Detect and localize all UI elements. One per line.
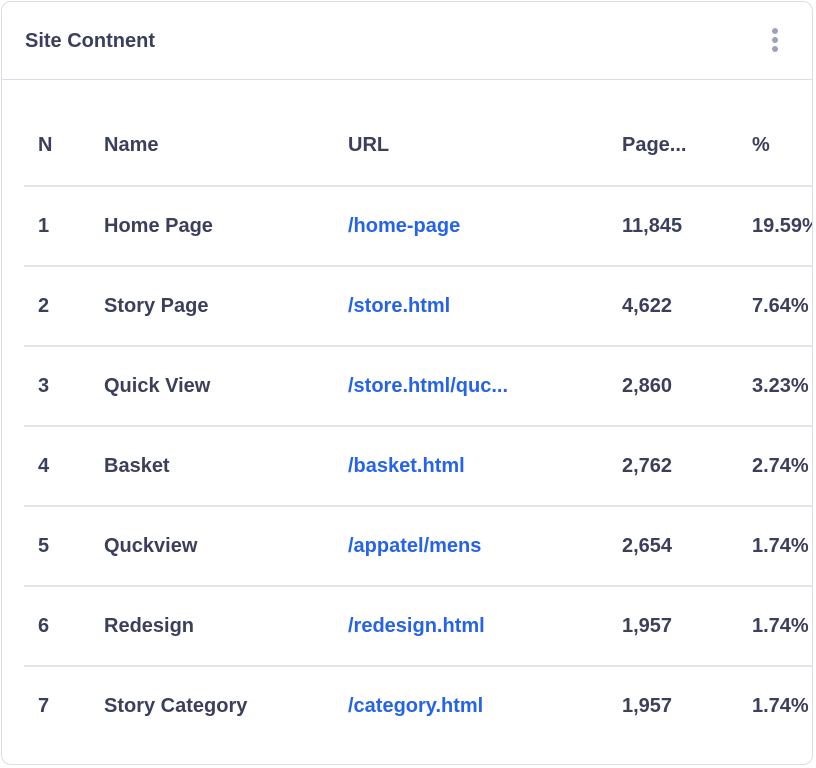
more-vertical-icon[interactable] — [771, 28, 779, 56]
page-views: 1,957 — [622, 695, 673, 717]
menu-dot — [772, 37, 778, 43]
column-header-page-views[interactable]: Page... — [622, 106, 752, 186]
page-name: Redesign — [104, 614, 195, 637]
page-name: Quckview — [104, 534, 198, 557]
table-row: 1 Home Page /home-page 11,845 19.59% — [24, 186, 812, 266]
table-row: 6 Redesign /redesign.html 1,957 1.74% — [24, 586, 812, 666]
page-views: 2,654 — [622, 534, 673, 557]
table-header-row: N Name URL Page... % — [24, 106, 812, 186]
row-number: 6 — [38, 614, 50, 637]
page-url-cell: /basket.html — [348, 426, 622, 506]
card-title: Site Contnent — [25, 30, 155, 52]
page-url-link[interactable]: /store.html — [348, 295, 592, 318]
page-views: 2,762 — [622, 454, 673, 477]
column-header-percent[interactable]: % — [752, 106, 812, 186]
page-url-cell: /store.html/quc... — [348, 346, 622, 426]
page-url-cell: /category.html — [348, 666, 622, 746]
page-name: Story Category — [104, 695, 248, 717]
page-url-link[interactable]: /basket.html — [348, 455, 592, 478]
menu-dot — [772, 46, 778, 52]
table-row: 7 Story Category /category.html 1,957 1.… — [24, 666, 812, 746]
page-percent: 3.23% — [752, 374, 809, 397]
page-url-link[interactable]: /category.html — [348, 695, 592, 718]
page-url-cell: /store.html — [348, 266, 622, 346]
menu-dot — [772, 28, 778, 34]
site-content-card: Site Contnent N Name URL Page... % 1 Hom… — [1, 1, 813, 765]
page-url-cell: /redesign.html — [348, 586, 622, 666]
column-header-name[interactable]: Name — [104, 106, 348, 186]
page-url-link[interactable]: /home-page — [348, 215, 592, 238]
table-row: 3 Quick View /store.html/quc... 2,860 3.… — [24, 346, 812, 426]
column-header-n[interactable]: N — [24, 106, 104, 186]
page-name: Quick View — [104, 374, 211, 397]
page-views: 4,622 — [622, 294, 673, 317]
table-row: 4 Basket /basket.html 2,762 2.74% — [24, 426, 812, 506]
page-percent: 19.59% — [752, 214, 812, 237]
page-views: 2,860 — [622, 374, 673, 397]
page-percent: 2.74% — [752, 454, 809, 477]
page-percent: 1.74% — [752, 614, 809, 637]
page-views: 1,957 — [622, 614, 673, 637]
page-url-cell: /home-page — [348, 186, 622, 266]
page-url-link[interactable]: /store.html/quc... — [348, 375, 592, 398]
page-views: 11,845 — [622, 214, 683, 237]
page-percent: 7.64% — [752, 294, 809, 317]
page-percent: 1.74% — [752, 695, 809, 717]
page-url-link[interactable]: /appatel/mens — [348, 535, 592, 558]
row-number: 3 — [38, 374, 50, 397]
column-header-url[interactable]: URL — [348, 106, 622, 186]
row-number: 4 — [38, 454, 50, 477]
table-row: 2 Story Page /store.html 4,622 7.64% — [24, 266, 812, 346]
site-content-table: N Name URL Page... % 1 Home Page /home-p… — [24, 106, 812, 746]
table-row: 5 Quckview /appatel/mens 2,654 1.74% — [24, 506, 812, 586]
page-percent: 1.74% — [752, 534, 809, 557]
row-number: 5 — [38, 534, 50, 557]
page-url-cell: /appatel/mens — [348, 506, 622, 586]
page-name: Home Page — [104, 214, 213, 237]
card-header: Site Contnent — [2, 2, 812, 80]
page-name: Basket — [104, 454, 170, 477]
row-number: 2 — [38, 294, 50, 317]
page-url-link[interactable]: /redesign.html — [348, 615, 592, 638]
page-name: Story Page — [104, 294, 209, 317]
site-content-table-wrapper: N Name URL Page... % 1 Home Page /home-p… — [24, 106, 812, 746]
row-number: 1 — [38, 214, 50, 237]
row-number: 7 — [38, 695, 50, 717]
